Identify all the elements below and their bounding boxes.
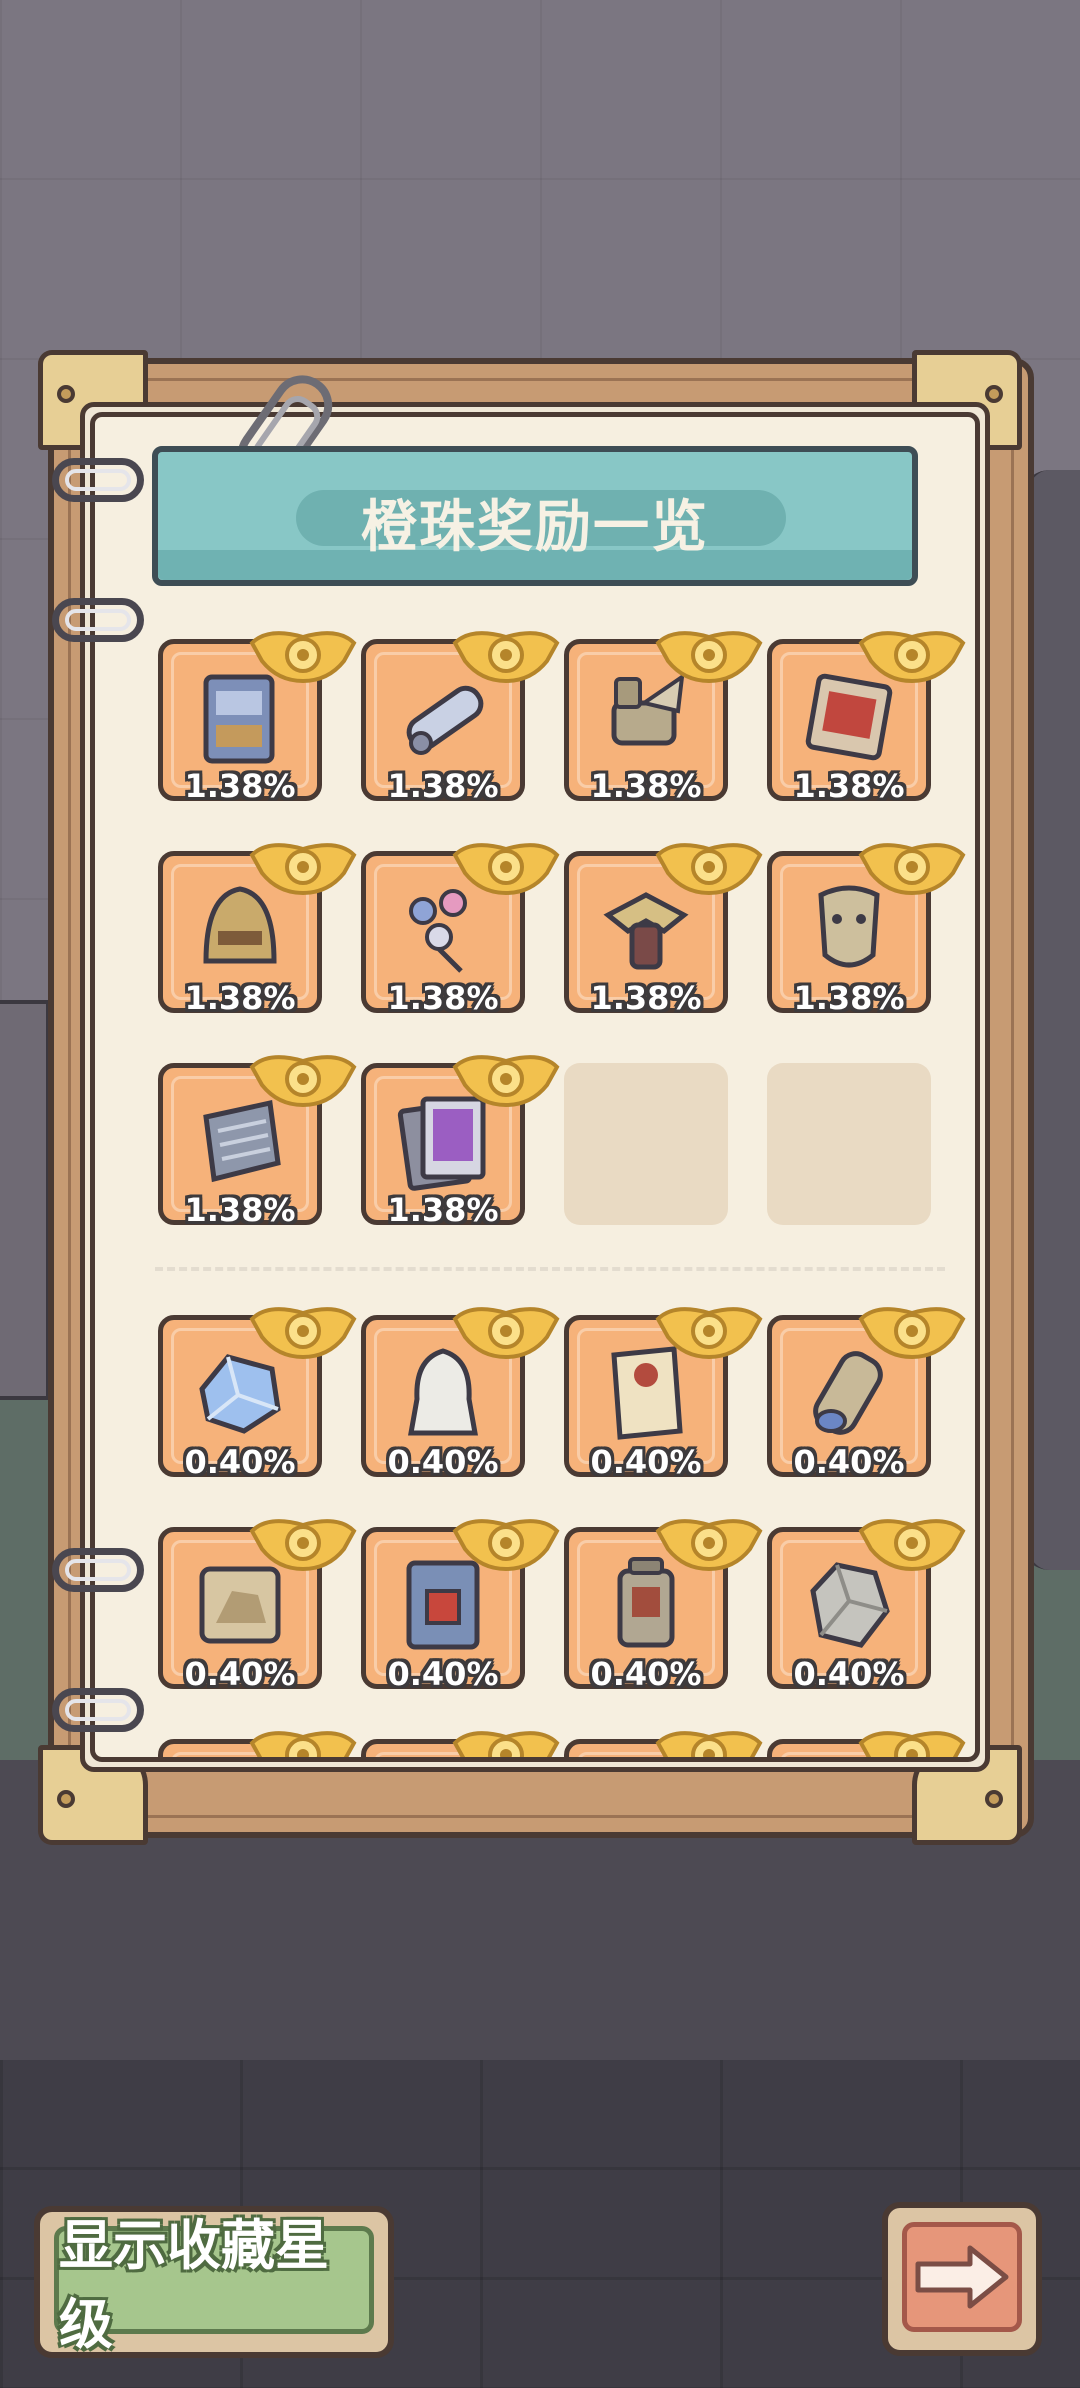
reward-slot[interactable]: 1.38%	[361, 843, 560, 1017]
reward-slot[interactable]: 1.38%	[158, 631, 357, 805]
gold-eye-badge-icon	[654, 1297, 764, 1360]
gold-eye-badge-icon	[654, 1509, 764, 1572]
reward-slot[interactable]: 1.38%	[564, 631, 763, 805]
reward-slot[interactable]	[361, 1731, 560, 1757]
gold-eye-badge-icon	[857, 833, 967, 896]
reward-slot[interactable]: 1.38%	[767, 843, 966, 1017]
reward-slot[interactable]: 0.40%	[158, 1519, 357, 1693]
section-divider	[155, 1267, 945, 1271]
drop-rate-label: 1.38%	[793, 979, 905, 1017]
reward-slot-frame	[767, 1063, 931, 1225]
drop-rate-label: 1.38%	[387, 979, 499, 1017]
drop-rate-label: 0.40%	[793, 1655, 905, 1693]
reward-slot[interactable]	[564, 1731, 763, 1757]
gold-eye-badge-icon	[248, 1297, 358, 1360]
empty-reward-slot	[767, 1063, 931, 1227]
gold-eye-badge-icon	[248, 1045, 358, 1108]
gold-eye-badge-icon	[248, 833, 358, 896]
reward-list-sheet[interactable]: 1.38% 1.38% 1.38% 1.38% 1.38% 1.38% 1.38% 1.38%…	[90, 412, 980, 1762]
reward-slot[interactable]: 0.40%	[158, 1307, 357, 1481]
reward-slot[interactable]: 1.38%	[158, 843, 357, 1017]
reward-slot[interactable]: 0.40%	[564, 1519, 763, 1693]
reward-slot[interactable]: 1.38%	[767, 631, 966, 805]
reward-slot[interactable]: 1.38%	[361, 1055, 560, 1229]
gold-eye-badge-icon	[857, 621, 967, 684]
gold-eye-badge-icon	[857, 1297, 967, 1360]
gold-eye-badge-icon	[857, 1509, 967, 1572]
drop-rate-label: 0.40%	[387, 1655, 499, 1693]
reward-slot[interactable]: 0.40%	[564, 1307, 763, 1481]
gold-eye-badge-icon	[451, 1045, 561, 1108]
drop-rate-label: 1.38%	[184, 767, 296, 805]
gold-eye-badge-icon	[451, 1721, 561, 1757]
reward-slot[interactable]	[158, 1731, 357, 1757]
drop-rate-label: 1.38%	[793, 767, 905, 805]
drop-rate-label: 1.38%	[387, 767, 499, 805]
gold-eye-badge-icon	[451, 833, 561, 896]
binder-ring-icon	[52, 598, 144, 642]
gold-eye-badge-icon	[248, 621, 358, 684]
page-title: 橙珠奖励一览	[361, 495, 709, 560]
drop-rate-label: 0.40%	[184, 1443, 296, 1481]
drop-rate-label: 1.38%	[590, 979, 702, 1017]
drop-rate-label: 1.38%	[184, 979, 296, 1017]
background-machine	[0, 1000, 50, 1400]
drop-rate-label: 1.38%	[590, 767, 702, 805]
drop-rate-label: 0.40%	[793, 1443, 905, 1481]
drop-rate-label: 1.38%	[387, 1191, 499, 1229]
drop-rate-label: 0.40%	[590, 1443, 702, 1481]
binder-ring-icon	[52, 1688, 144, 1732]
next-page-button[interactable]	[882, 2202, 1042, 2356]
arrow-right-icon	[915, 2245, 1009, 2309]
gold-eye-badge-icon	[654, 621, 764, 684]
reward-slot-frame	[564, 1063, 728, 1225]
show-collection-stars-label: 显示收藏星级	[59, 2214, 329, 2356]
reward-slot[interactable]: 1.38%	[564, 843, 763, 1017]
reward-slot[interactable]: 0.40%	[767, 1519, 966, 1693]
reward-slot[interactable]	[767, 1731, 966, 1757]
drop-rate-label: 0.40%	[184, 1655, 296, 1693]
reward-slot[interactable]: 0.40%	[361, 1519, 560, 1693]
gold-eye-badge-icon	[857, 1721, 967, 1757]
reward-grid[interactable]: 1.38% 1.38% 1.38% 1.38% 1.38% 1.38% 1.38% 1.38%…	[95, 417, 975, 1757]
drop-rate-label: 0.40%	[387, 1443, 499, 1481]
binder-ring-icon	[52, 458, 144, 502]
drop-rate-label: 0.40%	[590, 1655, 702, 1693]
gold-eye-badge-icon	[451, 1509, 561, 1572]
show-collection-stars-button[interactable]: 显示收藏星级	[34, 2206, 394, 2358]
gold-eye-badge-icon	[451, 621, 561, 684]
title-banner: 橙珠奖励一览	[152, 446, 918, 586]
gold-eye-badge-icon	[654, 1721, 764, 1757]
binder-ring-icon	[52, 1548, 144, 1592]
gold-eye-badge-icon	[451, 1297, 561, 1360]
reward-slot[interactable]: 1.38%	[158, 1055, 357, 1229]
drop-rate-label: 1.38%	[184, 1191, 296, 1229]
gold-eye-badge-icon	[654, 833, 764, 896]
gold-eye-badge-icon	[248, 1509, 358, 1572]
reward-slot[interactable]: 0.40%	[767, 1307, 966, 1481]
empty-reward-slot	[564, 1063, 728, 1227]
reward-slot[interactable]: 1.38%	[361, 631, 560, 805]
gold-eye-badge-icon	[248, 1721, 358, 1757]
reward-slot[interactable]: 0.40%	[361, 1307, 560, 1481]
